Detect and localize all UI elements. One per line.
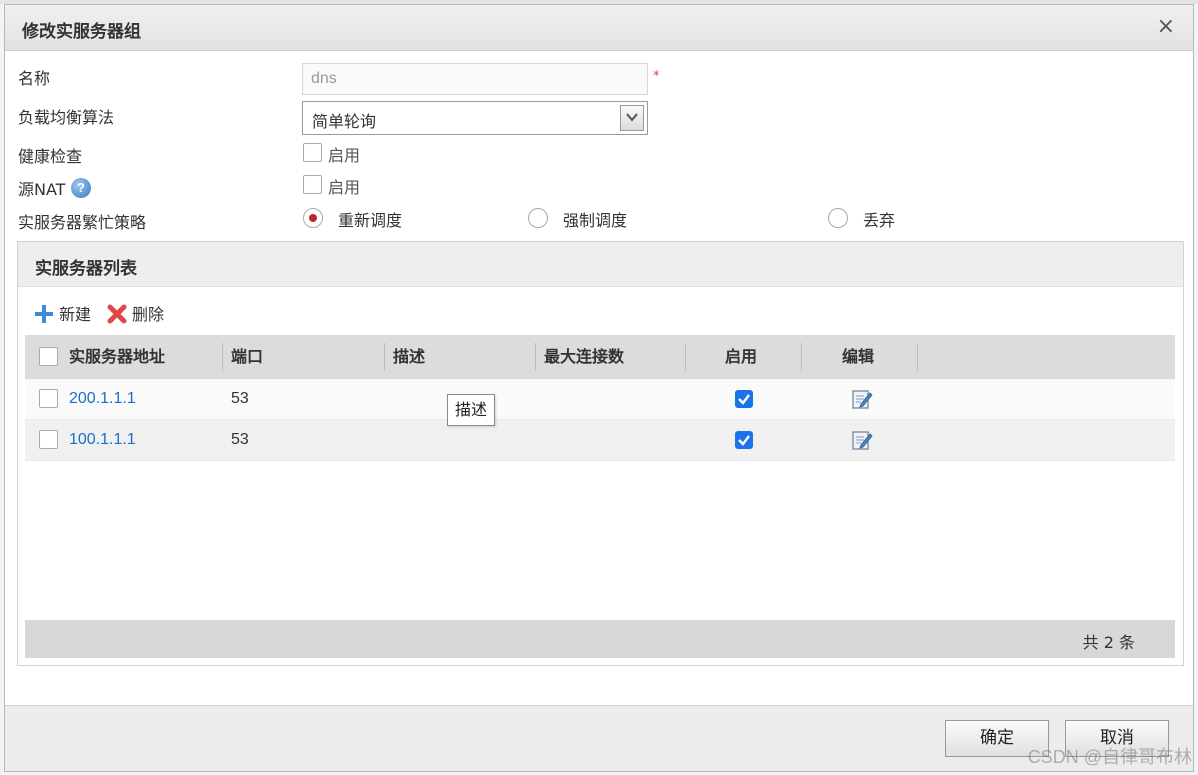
radio-force-schedule[interactable]	[528, 208, 548, 228]
column-divider	[685, 343, 686, 371]
edit-icon[interactable]	[851, 429, 873, 455]
add-icon[interactable]	[34, 304, 54, 328]
required-mark: *	[653, 69, 660, 84]
algorithm-selected-value: 简单轮询	[312, 112, 377, 131]
column-divider	[917, 343, 918, 371]
server-port: 53	[231, 431, 249, 448]
column-header-port[interactable]: 端口	[231, 335, 263, 379]
dialog-title: 修改实服务器组	[22, 22, 141, 42]
radio-reschedule[interactable]	[303, 208, 323, 228]
server-table: 实服务器地址 端口 描述 最大连接数 启用 编辑 200.1.1.1 53 10…	[25, 335, 1175, 461]
source-nat-option-label: 启用	[328, 178, 361, 197]
description-tooltip: 描述	[447, 394, 496, 426]
enabled-checkbox[interactable]	[735, 390, 753, 408]
table-row[interactable]: 200.1.1.1 53	[25, 379, 1175, 420]
radio-discard[interactable]	[828, 208, 848, 228]
column-divider	[384, 343, 385, 371]
server-address-link[interactable]: 100.1.1.1	[69, 420, 136, 460]
name-input[interactable]	[302, 63, 648, 95]
radio-discard-label: 丢弃	[863, 211, 896, 230]
source-nat-label: 源NAT	[18, 180, 66, 199]
column-header-address[interactable]: 实服务器地址	[69, 335, 165, 379]
algorithm-select[interactable]: 简单轮询	[302, 101, 648, 135]
close-icon[interactable]: ×	[1157, 15, 1175, 39]
chevron-down-icon[interactable]	[620, 105, 644, 131]
column-divider	[535, 343, 536, 371]
dialog-header: 修改实服务器组 ×	[5, 5, 1193, 51]
radio-reschedule-label: 重新调度	[338, 211, 403, 230]
new-button[interactable]: 新建	[59, 301, 91, 325]
column-header-description[interactable]: 描述	[393, 335, 425, 379]
name-label: 名称	[18, 69, 51, 88]
edit-server-group-dialog: 修改实服务器组 × 名称 * 负载均衡算法 简单轮询 健康检查 启用 源NAT …	[4, 4, 1194, 772]
panel-header: 实服务器列表	[18, 242, 1183, 287]
panel-title: 实服务器列表	[35, 259, 137, 279]
server-port: 53	[231, 390, 249, 407]
record-count: 共 2 条	[1082, 633, 1135, 652]
table-header: 实服务器地址 端口 描述 最大连接数 启用 编辑	[25, 335, 1175, 379]
algorithm-label: 负载均衡算法	[18, 108, 115, 127]
delete-icon[interactable]	[107, 304, 127, 328]
column-header-enabled[interactable]: 启用	[725, 335, 757, 379]
help-icon[interactable]: ?	[71, 178, 91, 198]
source-nat-checkbox[interactable]	[303, 175, 322, 194]
health-check-option-label: 启用	[328, 146, 361, 165]
select-all-checkbox[interactable]	[39, 347, 58, 366]
server-list-panel: 实服务器列表 新建 删除 实服务器地址 端口 描述 最大连接数 启用 编辑 20…	[17, 241, 1184, 666]
row-checkbox[interactable]	[39, 389, 58, 408]
enabled-checkbox[interactable]	[735, 431, 753, 449]
server-address-link[interactable]: 200.1.1.1	[69, 379, 136, 419]
column-header-edit[interactable]: 编辑	[842, 335, 874, 379]
health-check-checkbox[interactable]	[303, 143, 322, 162]
radio-force-schedule-label: 强制调度	[563, 211, 628, 230]
table-row[interactable]: 100.1.1.1 53	[25, 420, 1175, 461]
column-header-max-connections[interactable]: 最大连接数	[544, 335, 624, 379]
table-footer: 共 2 条	[25, 620, 1175, 658]
delete-button[interactable]: 删除	[132, 301, 164, 325]
radio-selected-dot	[309, 214, 317, 222]
column-divider	[222, 343, 223, 371]
column-divider	[801, 343, 802, 371]
busy-strategy-label: 实服务器繁忙策略	[18, 213, 147, 232]
row-checkbox[interactable]	[39, 430, 58, 449]
watermark: CSDN @自律哥布林	[1027, 747, 1192, 767]
dialog-footer: 确定 取消	[5, 705, 1193, 771]
health-check-label: 健康检查	[18, 147, 83, 166]
edit-icon[interactable]	[851, 388, 873, 414]
